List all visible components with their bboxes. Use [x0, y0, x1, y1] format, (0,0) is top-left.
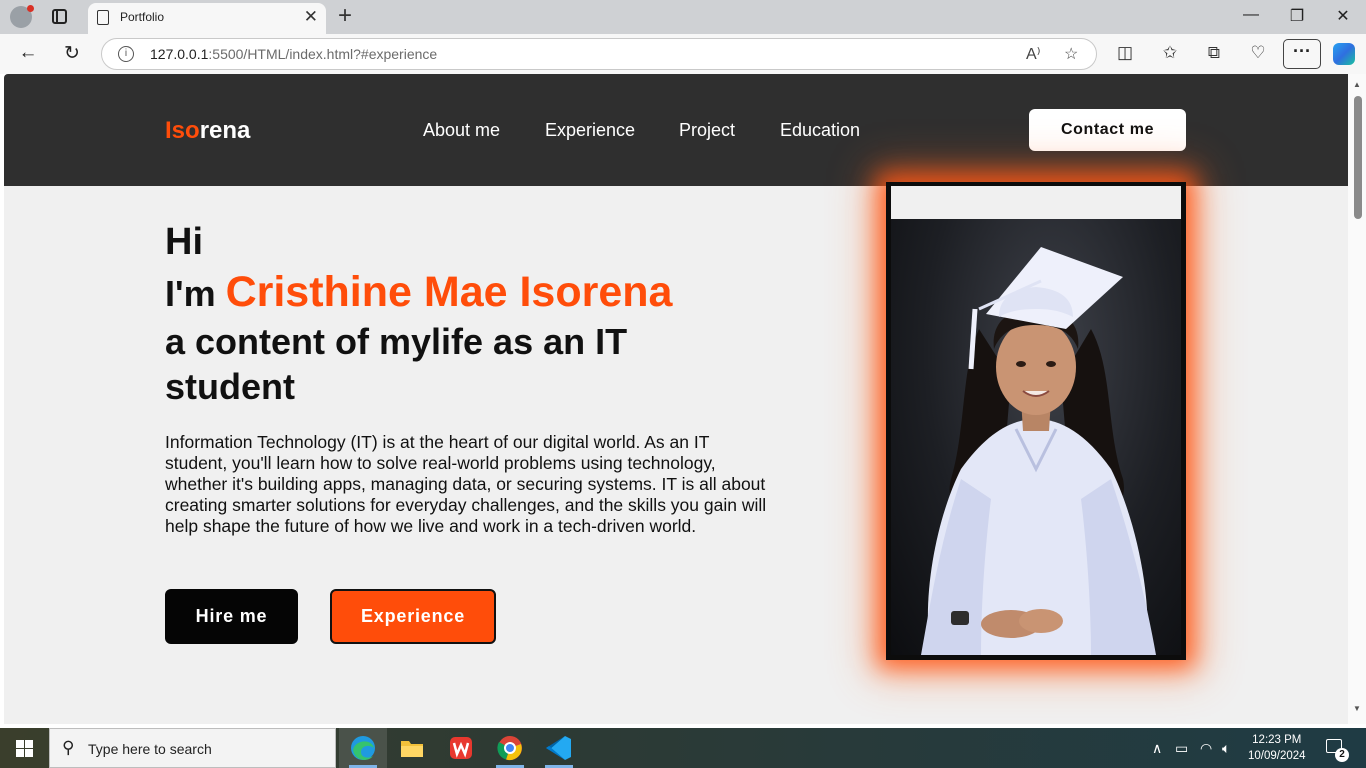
page-viewport: Isorena About me Experience Project Educ… [4, 74, 1348, 724]
nav-about-me[interactable]: About me [423, 120, 500, 141]
hero-name: Cristhine Mae Isorena [225, 268, 673, 316]
browser-essentials-icon[interactable]: ♡ [1246, 43, 1270, 63]
notification-count-badge: 2 [1335, 748, 1349, 762]
taskbar-file-explorer-icon[interactable] [388, 728, 436, 768]
address-bar[interactable]: i 127.0.0.1:5500/HTML/index.html?#experi… [101, 38, 1097, 70]
taskbar-edge-icon[interactable] [339, 728, 387, 768]
split-screen-icon[interactable]: ◫ [1113, 43, 1137, 63]
volume-icon[interactable]: 🔈︎ [1222, 740, 1230, 757]
tab-close-icon[interactable]: ✕ [304, 7, 318, 27]
favorite-star-icon[interactable]: ☆ [1064, 44, 1078, 64]
read-aloud-icon[interactable]: A⁾ [1026, 44, 1041, 64]
show-hidden-icons-icon[interactable]: ∧ [1152, 740, 1162, 757]
taskbar-vscode-icon[interactable] [535, 728, 583, 768]
url-text[interactable]: 127.0.0.1:5500/HTML/index.html?#experien… [150, 46, 437, 62]
taskbar-search-box[interactable]: ⚲ Type here to search [49, 728, 336, 768]
taskbar-wps-icon[interactable] [437, 728, 485, 768]
experience-button[interactable]: Experience [330, 589, 496, 644]
scroll-up-icon[interactable]: ▲ [1353, 80, 1361, 89]
site-logo[interactable]: Isorena [165, 117, 250, 145]
favorites-icon[interactable]: ✩ [1158, 43, 1182, 63]
hero-tagline: a content of mylife as an IT student [165, 321, 628, 407]
graduate-portrait-image [921, 247, 1156, 655]
battery-icon[interactable]: ▭ [1175, 740, 1188, 757]
tab-title: Portfolio [120, 10, 165, 24]
site-info-icon[interactable]: i [118, 46, 134, 62]
minimize-icon[interactable]: — [1236, 6, 1266, 24]
site-header: Isorena About me Experience Project Educ… [4, 74, 1348, 186]
browser-toolbar: ← ↻ i 127.0.0.1:5500/HTML/index.html?#ex… [0, 34, 1366, 74]
more-menu-icon[interactable]: ··· [1283, 39, 1321, 69]
window-close-icon[interactable]: ✕ [1328, 6, 1358, 26]
hero-greeting: Hi [165, 221, 203, 263]
restore-icon[interactable]: ❐ [1282, 6, 1312, 26]
search-icon: ⚲ [62, 738, 75, 757]
hero-intro: I'm Cristhine Mae Isorena [165, 268, 673, 316]
taskbar-search-placeholder: Type here to search [88, 741, 212, 757]
profile-photo [891, 219, 1181, 655]
windows-start-icon[interactable] [16, 740, 33, 757]
scrollbar-thumb[interactable] [1354, 96, 1362, 219]
browser-tab-bar: Portfolio ✕ + — ❐ ✕ [0, 0, 1366, 34]
copilot-icon[interactable] [1333, 43, 1355, 65]
hero-description: Information Technology (IT) is at the he… [165, 432, 767, 536]
page-scrollbar[interactable]: ▲ ▼ [1348, 74, 1366, 724]
browser-tab-portfolio[interactable]: Portfolio ✕ [88, 3, 326, 34]
back-icon[interactable]: ← [15, 42, 41, 64]
contact-me-button[interactable]: Contact me [1029, 109, 1186, 151]
profile-avatar-icon[interactable] [10, 5, 34, 28]
wifi-icon[interactable]: ◠ [1200, 740, 1212, 757]
page-icon [97, 10, 109, 25]
taskbar-chrome-icon[interactable] [486, 728, 534, 768]
windows-taskbar: ⚲ Type here to search ∧ ▭ ◠ 🔈︎ 12:23 PM … [0, 728, 1366, 768]
nav-project[interactable]: Project [679, 120, 735, 141]
refresh-icon[interactable]: ↻ [59, 42, 85, 65]
tab-actions-icon[interactable] [52, 9, 67, 24]
profile-photo-frame [886, 182, 1186, 660]
collections-icon[interactable]: ⧉ [1202, 43, 1226, 63]
new-tab-icon[interactable]: + [338, 3, 352, 29]
nav-education[interactable]: Education [780, 120, 860, 141]
scroll-down-icon[interactable]: ▼ [1353, 704, 1361, 713]
hire-me-button[interactable]: Hire me [165, 589, 298, 644]
nav-experience[interactable]: Experience [545, 120, 635, 141]
taskbar-clock[interactable]: 12:23 PM 10/09/2024 [1248, 732, 1306, 764]
